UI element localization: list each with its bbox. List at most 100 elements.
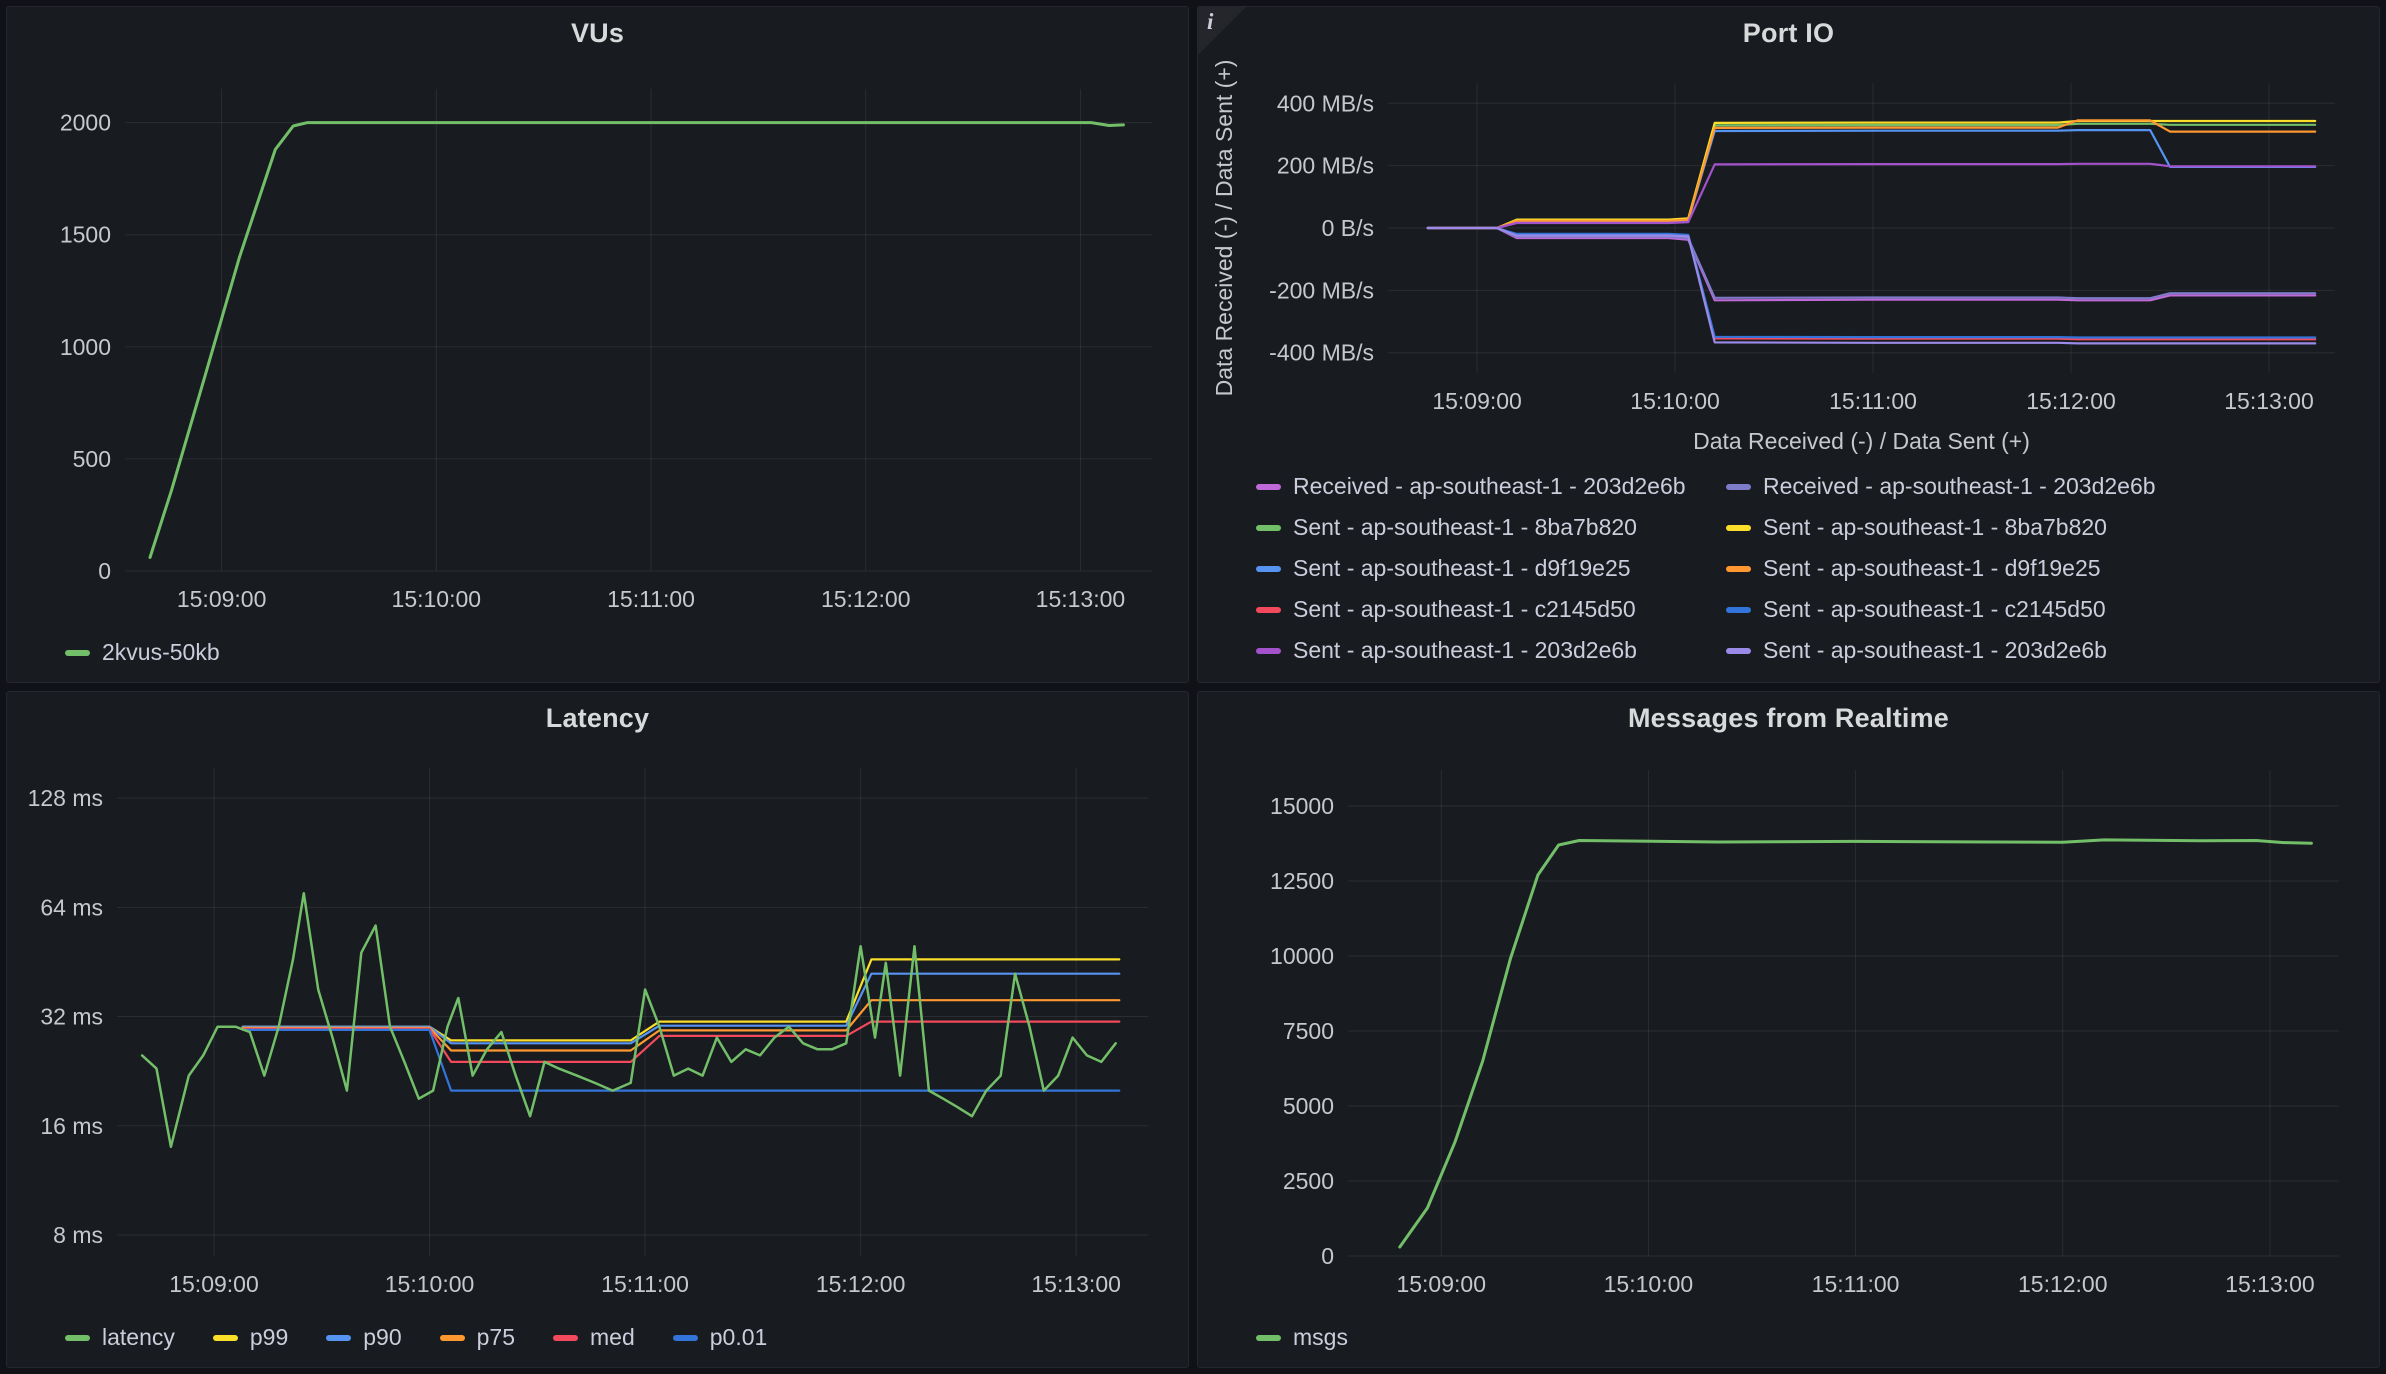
legend-item-received-ap-southeast-1-203d2e6b[interactable]: Received - ap-southeast-1 - 203d2e6b xyxy=(1256,473,1726,500)
x-tick-label: 15:10:00 xyxy=(385,1271,475,1297)
latency-chart[interactable]: 8 ms16 ms32 ms64 ms128 ms15:09:0015:10:0… xyxy=(7,744,1188,1320)
x-tick-label: 15:13:00 xyxy=(2225,1271,2315,1297)
legend-label: latency xyxy=(102,1324,175,1351)
latency-legend: latency p99 p90 p75 med p0.01 xyxy=(7,1320,1188,1367)
panel-header-vus[interactable]: VUs xyxy=(7,7,1188,59)
x-tick-label: 15:12:00 xyxy=(2018,1271,2108,1297)
vus-plot[interactable]: 050010001500200015:09:0015:10:0015:11:00… xyxy=(7,59,1188,635)
legend-item-sent-ap-southeast-1-203d2e6b[interactable]: Sent - ap-southeast-1 - 203d2e6b xyxy=(1726,637,2379,664)
panel-title-latency: Latency xyxy=(546,703,649,734)
y-tick-label: -400 MB/s xyxy=(1269,340,1374,366)
x-tick-label: 15:11:00 xyxy=(601,1271,689,1297)
legend-swatch xyxy=(1726,648,1751,654)
series-Sent - ap-southeast-1 - 203d2e6b xyxy=(1428,164,2316,228)
msgs-plot[interactable]: 025005000750010000125001500015:09:0015:1… xyxy=(1198,744,2379,1320)
legend-swatch xyxy=(1726,566,1751,572)
panel-title-vus: VUs xyxy=(571,18,624,49)
legend-label: msgs xyxy=(1293,1324,1348,1351)
portio-plot[interactable]: 400 MB/s200 MB/s0 B/s-200 MB/s-400 MB/s1… xyxy=(1198,59,2379,469)
series-p90 xyxy=(243,974,1120,1044)
panel-header-port-io[interactable]: Port IO xyxy=(1198,7,2379,59)
x-tick-label: 15:11:00 xyxy=(607,586,695,612)
legend-swatch xyxy=(213,1335,238,1341)
legend-label: Sent - ap-southeast-1 - d9f19e25 xyxy=(1293,555,1631,582)
y-tick-label: 32 ms xyxy=(40,1004,103,1030)
legend-item-2kvus-50kb[interactable]: 2kvus-50kb xyxy=(65,639,220,666)
legend-swatch xyxy=(326,1335,351,1341)
x-tick-label: 15:10:00 xyxy=(1604,1271,1694,1297)
y-tick-label: 128 ms xyxy=(28,785,103,811)
legend-swatch xyxy=(65,1335,90,1341)
x-tick-label: 15:12:00 xyxy=(816,1271,906,1297)
legend-item-p99[interactable]: p99 xyxy=(213,1324,288,1351)
legend-label: Sent - ap-southeast-1 - d9f19e25 xyxy=(1763,555,2101,582)
legend-item-sent-ap-southeast-1-c2145d50[interactable]: Sent - ap-southeast-1 - c2145d50 xyxy=(1726,596,2379,623)
x-tick-label: 15:13:00 xyxy=(2224,388,2314,414)
series-Sent - ap-southeast-1 - d9f19e25 xyxy=(1428,130,2316,228)
y-tick-label: 0 B/s xyxy=(1322,215,1374,241)
panel-port-io: i Port IO 400 MB/s200 MB/s0 B/s-200 MB/s… xyxy=(1197,6,2380,683)
panel-latency: Latency 8 ms16 ms32 ms64 ms128 ms15:09:0… xyxy=(6,691,1189,1368)
legend-item-p75[interactable]: p75 xyxy=(440,1324,515,1351)
y-tick-label: 1000 xyxy=(60,334,111,360)
panel-info-corner[interactable] xyxy=(1198,7,1246,55)
panel-messages: Messages from Realtime 02500500075001000… xyxy=(1197,691,2380,1368)
series-Sent - ap-southeast-1 - 203d2e6b xyxy=(1428,228,2316,343)
legend-item-sent-ap-southeast-1-8ba7b820[interactable]: Sent - ap-southeast-1 - 8ba7b820 xyxy=(1256,514,1726,541)
panel-title-messages: Messages from Realtime xyxy=(1628,703,1949,734)
panel-header-messages[interactable]: Messages from Realtime xyxy=(1198,692,2379,744)
y-tick-label: 500 xyxy=(73,446,111,472)
messages-chart[interactable]: 025005000750010000125001500015:09:0015:1… xyxy=(1198,744,2379,1320)
x-tick-label: 15:13:00 xyxy=(1031,1271,1121,1297)
legend-item-p90[interactable]: p90 xyxy=(326,1324,401,1351)
legend-swatch xyxy=(1726,607,1751,613)
y-tick-label: 8 ms xyxy=(53,1222,103,1248)
port-io-legend: Received - ap-southeast-1 - 203d2e6b Rece… xyxy=(1198,469,2379,682)
y-tick-label: 64 ms xyxy=(40,894,103,920)
legend-item-p0.01[interactable]: p0.01 xyxy=(673,1324,768,1351)
legend-item-sent-ap-southeast-1-203d2e6b[interactable]: Sent - ap-southeast-1 - 203d2e6b xyxy=(1256,637,1726,664)
series-Received - ap-southeast-1 - 203d2e6b xyxy=(1428,228,2316,300)
legend-item-sent-ap-southeast-1-8ba7b820[interactable]: Sent - ap-southeast-1 - 8ba7b820 xyxy=(1726,514,2379,541)
legend-swatch xyxy=(1256,648,1281,654)
legend-item-med[interactable]: med xyxy=(553,1324,635,1351)
series-Sent - ap-southeast-1 - 8ba7b820 xyxy=(1428,121,2316,228)
y-tick-label: 16 ms xyxy=(40,1113,103,1139)
x-tick-label: 15:09:00 xyxy=(1396,1271,1486,1297)
panel-vus: VUs 050010001500200015:09:0015:10:0015:1… xyxy=(6,6,1189,683)
legend-item-received-ap-southeast-1-203d2e6b[interactable]: Received - ap-southeast-1 - 203d2e6b xyxy=(1726,473,2379,500)
x-tick-label: 15:11:00 xyxy=(1829,388,1917,414)
legend-swatch xyxy=(553,1335,578,1341)
legend-swatch xyxy=(1726,525,1751,531)
legend-item-sent-ap-southeast-1-d9f19e25[interactable]: Sent - ap-southeast-1 - d9f19e25 xyxy=(1256,555,1726,582)
dashboard-grid: VUs 050010001500200015:09:0015:10:0015:1… xyxy=(0,0,2386,1374)
port-io-chart[interactable]: 400 MB/s200 MB/s0 B/s-200 MB/s-400 MB/s1… xyxy=(1198,59,2379,469)
x-tick-label: 15:11:00 xyxy=(1812,1271,1900,1297)
legend-swatch xyxy=(673,1335,698,1341)
legend-item-latency[interactable]: latency xyxy=(65,1324,175,1351)
legend-label: Received - ap-southeast-1 - 203d2e6b xyxy=(1293,473,1686,500)
legend-item-sent-ap-southeast-1-d9f19e25[interactable]: Sent - ap-southeast-1 - d9f19e25 xyxy=(1726,555,2379,582)
y-tick-label: 15000 xyxy=(1270,793,1334,819)
legend-swatch xyxy=(65,650,90,656)
legend-label: p75 xyxy=(477,1324,515,1351)
legend-swatch xyxy=(1256,1335,1281,1341)
latency-plot[interactable]: 8 ms16 ms32 ms64 ms128 ms15:09:0015:10:0… xyxy=(7,744,1188,1320)
y-tick-label: 12500 xyxy=(1270,868,1334,894)
x-tick-label: 15:12:00 xyxy=(2026,388,2116,414)
series-Sent - ap-southeast-1 - c2145d50 xyxy=(1428,228,2316,338)
series-p0.01 xyxy=(243,1030,1120,1091)
legend-swatch xyxy=(1256,525,1281,531)
y-tick-label: 1500 xyxy=(60,222,111,248)
panel-header-latency[interactable]: Latency xyxy=(7,692,1188,744)
vus-chart[interactable]: 050010001500200015:09:0015:10:0015:11:00… xyxy=(7,59,1188,635)
y-tick-label: 400 MB/s xyxy=(1277,90,1374,116)
y-tick-label: 10000 xyxy=(1270,943,1334,969)
legend-swatch xyxy=(440,1335,465,1341)
legend-item-sent-ap-southeast-1-c2145d50[interactable]: Sent - ap-southeast-1 - c2145d50 xyxy=(1256,596,1726,623)
series-Sent - ap-southeast-1 - 8ba7b820 xyxy=(1428,124,2316,228)
legend-label: Sent - ap-southeast-1 - 8ba7b820 xyxy=(1293,514,1637,541)
x-tick-label: 15:10:00 xyxy=(392,586,482,612)
legend-item-msgs[interactable]: msgs xyxy=(1256,1324,1348,1351)
series-Sent - ap-southeast-1 - c2145d50 xyxy=(1428,228,2316,339)
